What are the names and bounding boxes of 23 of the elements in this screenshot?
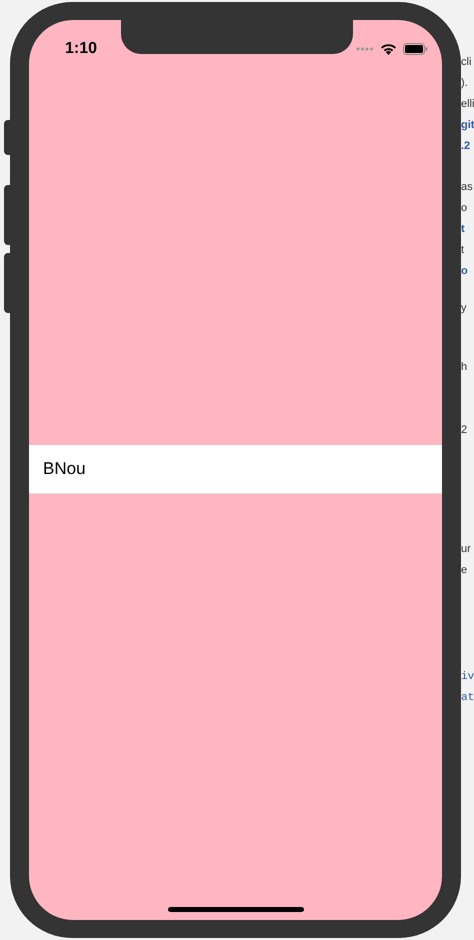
- list-row[interactable]: BNou: [29, 445, 442, 494]
- background-text: e: [461, 563, 468, 578]
- background-text: ur: [461, 542, 472, 557]
- background-text: t: [461, 222, 466, 237]
- signal-icon: [356, 47, 374, 51]
- background-text: iv: [461, 670, 474, 685]
- background-text: t: [461, 243, 466, 258]
- status-time: 1:10: [65, 39, 98, 59]
- background-text: o: [461, 201, 468, 216]
- background-text: h: [461, 360, 468, 375]
- background-text: as: [461, 180, 474, 195]
- background-text: .2: [461, 139, 472, 154]
- battery-icon: [403, 43, 428, 55]
- background-text: at: [461, 691, 474, 706]
- row-title: BNou: [43, 458, 86, 480]
- wifi-icon: [380, 43, 397, 55]
- background-text: 2: [461, 423, 468, 438]
- background-text: git: [461, 118, 474, 133]
- background-text: o: [461, 264, 469, 279]
- background-text: y: [461, 301, 468, 316]
- background-text: elli: [461, 97, 474, 112]
- background-text: cli: [461, 55, 472, 70]
- background-text: ).: [461, 76, 469, 91]
